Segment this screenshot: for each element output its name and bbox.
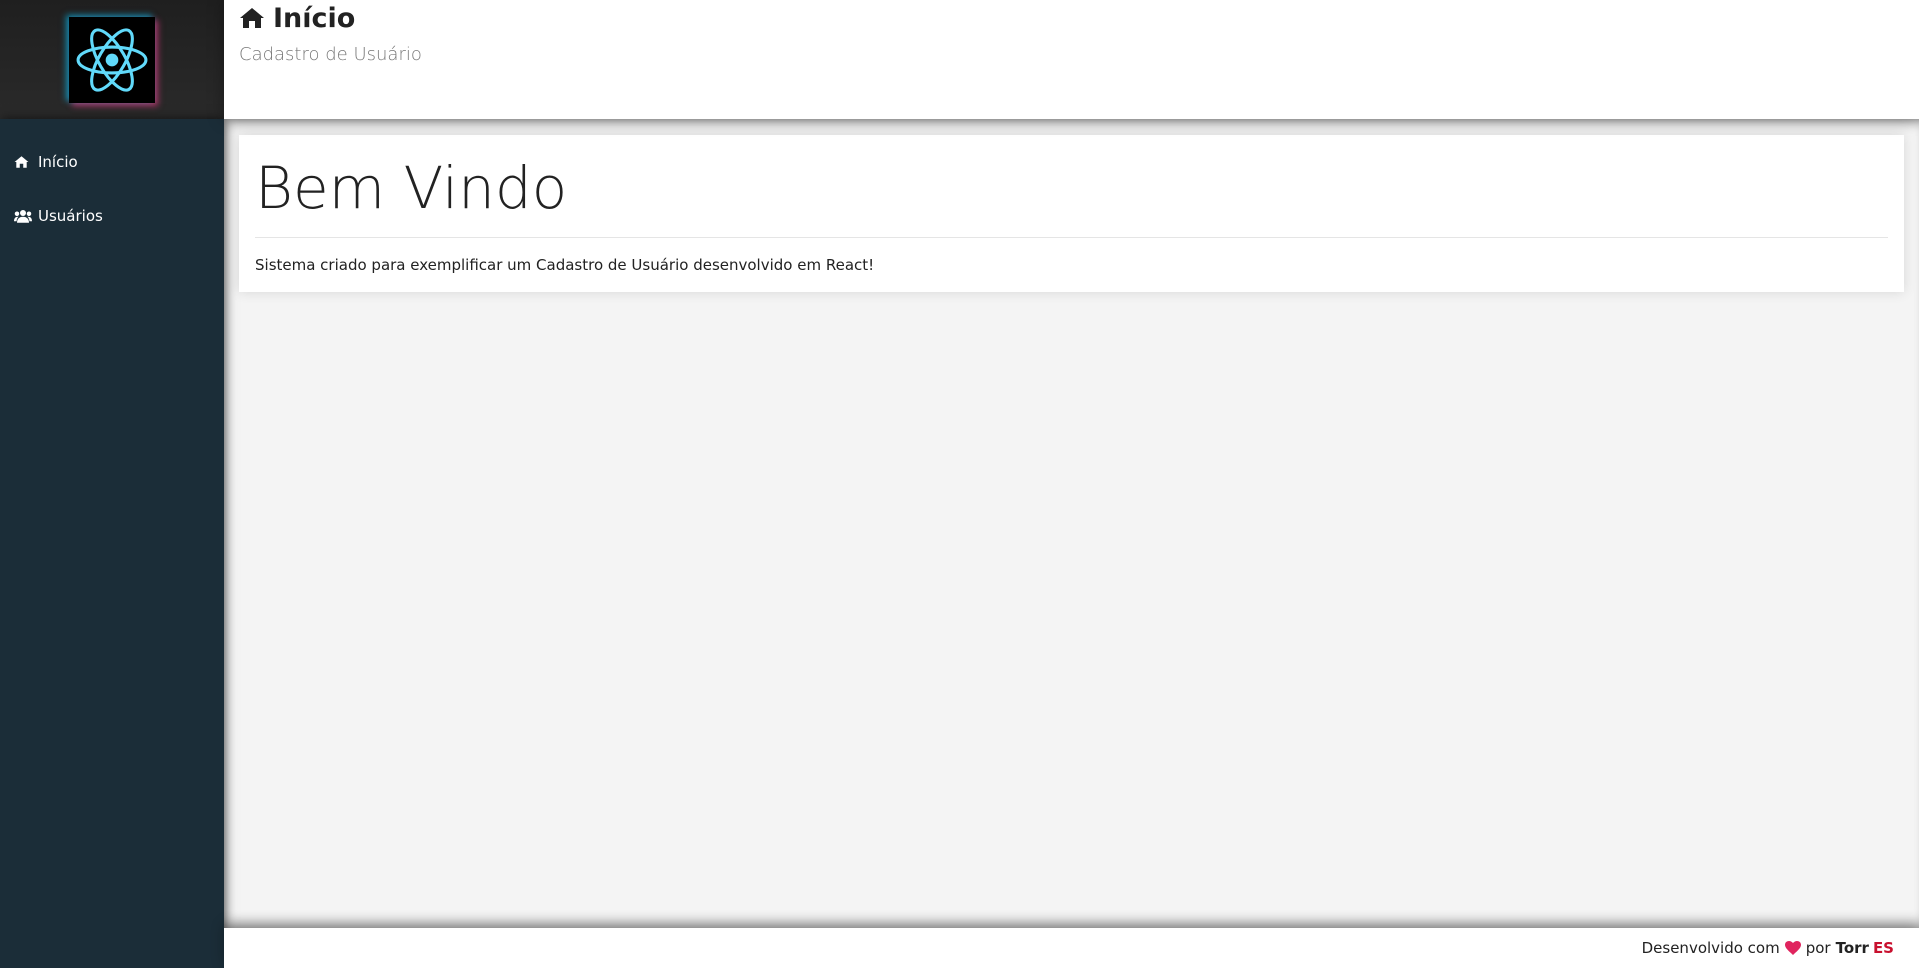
home-icon [14,154,32,170]
sidebar-item-label: Usuários [38,207,103,225]
page-subtitle: Cadastro de Usuário [239,44,422,65]
app-root: Início Cadastro de Usuário Início Usuári… [0,0,1919,968]
page-footer: Desenvolvido com por Torr ES [224,928,1919,968]
welcome-card: Bem Vindo Sistema criado para exemplific… [239,135,1904,292]
users-icon [14,208,32,224]
home-icon [239,6,265,30]
divider [255,236,1888,238]
footer-brand-part2: ES [1872,939,1894,957]
page-title: Início [239,2,1919,34]
sidebar-menu: Início Usuários [0,119,224,968]
sidebar-item-usuarios[interactable]: Usuários [0,189,224,243]
main-content: Bem Vindo Sistema criado para exemplific… [224,119,1919,928]
footer-text-after: por [1805,939,1831,957]
sidebar-item-label: Início [38,153,78,171]
welcome-description: Sistema criado para exemplificar um Cada… [255,255,875,274]
welcome-heading: Bem Vindo [255,154,568,222]
page-title-text: Início [273,2,356,34]
footer-brand-part1: Torr [1835,939,1869,957]
heart-icon [1784,941,1801,955]
react-logo[interactable] [69,16,155,103]
logo-area [0,0,224,119]
react-atom-icon [76,27,148,92]
sidebar-item-inicio[interactable]: Início [0,135,224,189]
footer-text-before: Desenvolvido com [1641,939,1780,957]
page-header: Início Cadastro de Usuário [224,0,1919,119]
